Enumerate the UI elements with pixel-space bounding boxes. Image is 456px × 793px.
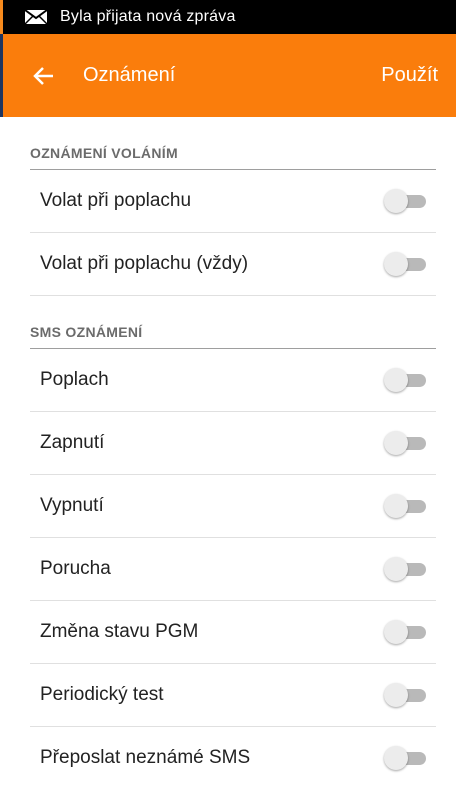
toggle-switch[interactable] bbox=[384, 431, 428, 455]
status-notification-text: Byla přijata nová zpráva bbox=[60, 8, 236, 25]
setting-row[interactable]: Volat při poplachu (vždy) bbox=[30, 233, 436, 296]
setting-label: Zapnutí bbox=[40, 432, 105, 453]
status-bar: Byla přijata nová zpráva bbox=[0, 0, 456, 34]
setting-row[interactable]: Přeposlat neznámé SMS bbox=[30, 727, 436, 789]
setting-label: Přeposlat neznámé SMS bbox=[40, 747, 251, 768]
setting-label: Volat při poplachu (vždy) bbox=[40, 253, 249, 274]
setting-row[interactable]: Zapnutí bbox=[30, 412, 436, 475]
mail-icon bbox=[24, 9, 48, 25]
toggle-switch[interactable] bbox=[384, 189, 428, 213]
toggle-switch[interactable] bbox=[384, 620, 428, 644]
toggle-switch[interactable] bbox=[384, 683, 428, 707]
setting-row[interactable]: Periodický test bbox=[30, 664, 436, 727]
arrow-back-icon[interactable] bbox=[30, 62, 58, 90]
setting-label: Volat při poplachu bbox=[40, 190, 192, 211]
apply-button[interactable]: Použít bbox=[381, 64, 438, 87]
setting-row[interactable]: Vypnutí bbox=[30, 475, 436, 538]
toggle-switch[interactable] bbox=[384, 746, 428, 770]
toggle-switch[interactable] bbox=[384, 252, 428, 276]
toggle-switch[interactable] bbox=[384, 494, 428, 518]
section-header: SMS OZNÁMENÍ bbox=[30, 296, 436, 349]
edge-strip bbox=[0, 0, 3, 34]
setting-label: Porucha bbox=[40, 558, 111, 579]
setting-row[interactable]: Volat při poplachu bbox=[30, 170, 436, 233]
settings-list: OZNÁMENÍ VOLÁNÍM Volat při poplachu Vola… bbox=[0, 117, 456, 789]
page-title: Oznámení bbox=[83, 64, 176, 86]
setting-label: Změna stavu PGM bbox=[40, 621, 199, 642]
setting-label: Poplach bbox=[40, 369, 109, 390]
setting-row[interactable]: Poplach bbox=[30, 349, 436, 412]
toggle-switch[interactable] bbox=[384, 557, 428, 581]
setting-row[interactable]: Změna stavu PGM bbox=[30, 601, 436, 664]
setting-label: Periodický test bbox=[40, 684, 164, 705]
setting-label: Vypnutí bbox=[40, 495, 104, 516]
edge-strip bbox=[0, 34, 3, 117]
app-bar: Oznámení Použít bbox=[0, 34, 456, 117]
section-header: OZNÁMENÍ VOLÁNÍM bbox=[30, 117, 436, 170]
toggle-switch[interactable] bbox=[384, 368, 428, 392]
setting-row[interactable]: Porucha bbox=[30, 538, 436, 601]
